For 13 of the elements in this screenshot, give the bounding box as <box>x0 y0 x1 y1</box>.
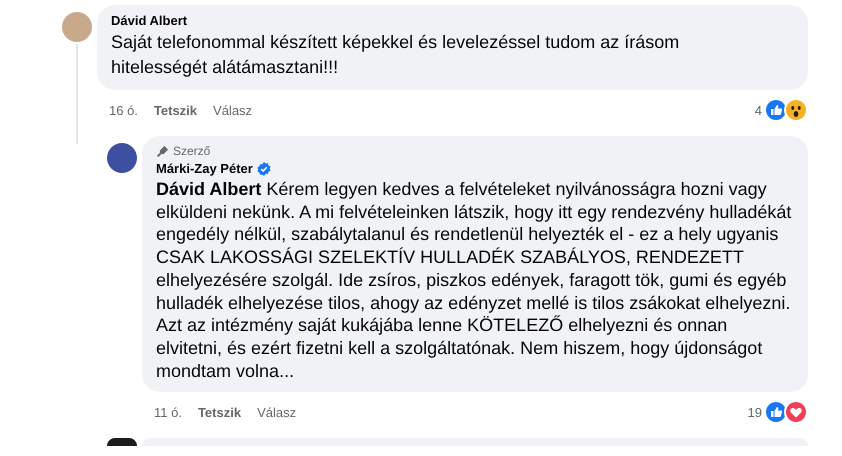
timestamp[interactable]: 16 ó. <box>109 102 138 118</box>
comment-text: Saját telefonommal készített képekkel és levelezéssel tudom az írásom hitelességét alátámasztani!!! <box>111 31 680 79</box>
comment-text: Dávid Albert Kérem legyen kedves a felvételeket nyilvánosságra hozni vagy elküldeni nekünk. A mi felvételeinken látszik, hogy itt egy rendezvény hulladékát engedély nélkül, szabálytalanul és rendetlenül helyezték el - ez a hely ugyanis CSAK LAKOSSÁGI SZELEKTÍV HULLADÉK SZABÁLYOS, RENDEZETT elhelyezésére szolgál. Ide zsíros, piszkos edények, faragott tök, gumi és egyéb hulladék elhelyezése tilos, ahogy az edényzet mellé is tilos zsákokat elhelyezni. Azt az intézmény saját kukájába lenne KÖTELEZŐ elhelyezni és onnan elvitetni, és ezért fizetni kell a szolgáltatónak. Nem hiszem, hogy újdonságot mondtam volna... <box>156 178 792 382</box>
reaction-count[interactable]: 4 <box>754 102 764 118</box>
reply-link[interactable]: Válasz <box>257 404 296 420</box>
like-link[interactable]: Tetszik <box>154 102 198 118</box>
author-label: Szerző <box>173 144 210 158</box>
like-link[interactable]: Tetszik <box>198 404 242 420</box>
author-name[interactable]: Márki-Zay Péter <box>156 161 253 176</box>
author-name[interactable]: Dávid Albert <box>111 13 188 28</box>
reaction-count[interactable]: 19 <box>748 404 764 420</box>
reply-link[interactable]: Válasz <box>213 102 252 118</box>
timestamp[interactable]: 11 ó. <box>154 404 182 420</box>
